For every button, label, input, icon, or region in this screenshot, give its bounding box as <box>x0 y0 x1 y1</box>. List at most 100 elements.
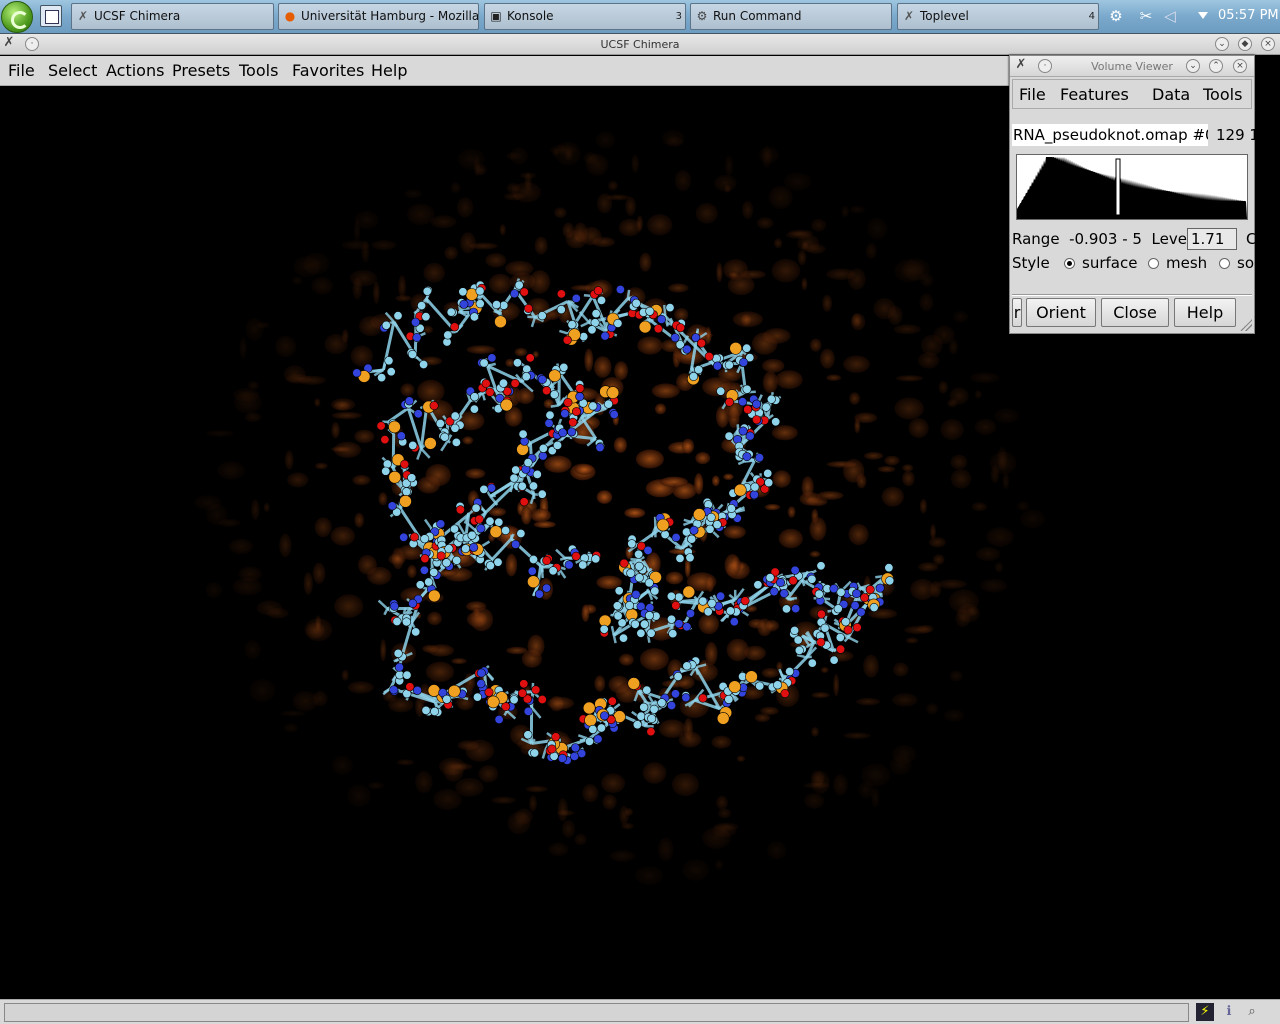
atom <box>816 609 826 619</box>
atom <box>591 554 601 564</box>
menu-icon[interactable]: · <box>1038 59 1052 73</box>
task-run-command[interactable]: ⚙ Run Command <box>690 3 892 30</box>
atom <box>485 516 495 526</box>
style-surface-radio[interactable] <box>1064 258 1075 269</box>
threshold-marker[interactable] <box>1115 158 1121 216</box>
style-solid-radio[interactable] <box>1219 258 1230 269</box>
atom <box>588 724 598 734</box>
density-blob <box>311 276 334 295</box>
clock[interactable]: 05:57 PM <box>1218 8 1279 23</box>
dialog-menu-bar: File Features Data Tools <box>1012 79 1252 109</box>
atom <box>571 293 581 303</box>
volume-icon[interactable]: ◁ <box>1160 6 1180 26</box>
atom <box>829 655 839 665</box>
menu-favorites[interactable]: Favorites <box>292 61 364 80</box>
density-blob <box>884 455 900 466</box>
menu-icon[interactable]: · <box>25 37 39 51</box>
density-blob <box>324 333 348 355</box>
minimize-icon[interactable]: ⌄ <box>1186 59 1200 73</box>
lightning-icon[interactable]: ⚡ <box>1196 1003 1214 1021</box>
density-blob <box>582 784 599 803</box>
bond <box>559 329 569 335</box>
chimera-icon[interactable]: ✗ <box>2 36 16 51</box>
density-blob <box>292 690 318 712</box>
menu-presets[interactable]: Presets <box>172 61 230 80</box>
menu-help[interactable]: Help <box>371 61 407 80</box>
kde-menu-button[interactable] <box>1 1 33 33</box>
menu-select[interactable]: Select <box>48 61 97 80</box>
partial-button[interactable]: r <box>1012 298 1022 327</box>
density-blob <box>427 611 442 626</box>
atom <box>696 338 706 348</box>
level-field[interactable]: 1.71 <box>1187 228 1237 250</box>
density-blob <box>756 217 774 229</box>
menu-data[interactable]: Data <box>1152 85 1190 104</box>
density-blob <box>974 418 997 435</box>
atom <box>764 478 774 488</box>
atom <box>833 604 843 614</box>
maximize-icon[interactable]: ⌃ <box>1209 59 1223 73</box>
atom <box>836 644 846 654</box>
klipper-icon[interactable]: ✂ <box>1136 6 1156 26</box>
atom <box>650 586 660 596</box>
close-button[interactable]: Close <box>1101 298 1169 327</box>
density-blob <box>783 172 812 191</box>
task-chimera[interactable]: ✗ UCSF Chimera <box>71 3 274 30</box>
atom <box>442 694 452 704</box>
task-firefox[interactable]: ● Universität Hamburg - Mozilla F <box>278 3 479 30</box>
density-blob <box>919 498 928 514</box>
atom <box>689 371 699 381</box>
atom <box>400 459 410 469</box>
atom <box>627 539 637 549</box>
density-blob <box>330 526 355 546</box>
help-button[interactable]: Help <box>1174 298 1236 327</box>
atom <box>388 420 401 434</box>
close-icon[interactable]: × <box>1233 59 1247 73</box>
dialog-titlebar[interactable]: Volume Viewer ✗ · ⌄ ⌃ × <box>1010 56 1254 77</box>
style-surface-label[interactable]: surface <box>1082 254 1137 272</box>
maximize-icon[interactable]: ◆ <box>1238 37 1252 51</box>
atom <box>706 512 716 522</box>
menu-file[interactable]: File <box>1019 85 1046 104</box>
density-blob <box>608 180 618 191</box>
style-mesh-radio[interactable] <box>1148 258 1159 269</box>
atom <box>599 711 609 721</box>
density-blob <box>251 499 260 520</box>
atom <box>820 623 830 633</box>
menu-tools[interactable]: Tools <box>239 61 278 80</box>
atom <box>619 558 629 568</box>
orient-button[interactable]: Orient <box>1026 298 1096 327</box>
menu-tools[interactable]: Tools <box>1203 85 1242 104</box>
density-blob <box>613 437 628 453</box>
density-blob <box>976 546 1001 562</box>
resize-grip[interactable] <box>1240 319 1252 331</box>
menu-features[interactable]: Features <box>1060 85 1129 104</box>
style-solid-label[interactable]: so <box>1237 254 1254 272</box>
density-blob <box>595 131 616 149</box>
data-set-name[interactable]: RNA_pseudoknot.omap #0 <box>1012 124 1208 146</box>
atom <box>389 685 399 695</box>
window-titlebar[interactable]: UCSF Chimera ✗ · ⌄ ◆ × <box>0 34 1280 55</box>
density-blob <box>854 418 861 434</box>
minimize-icon[interactable]: ⌄ <box>1215 37 1229 51</box>
chevron-down-icon[interactable] <box>1198 12 1208 19</box>
atom <box>500 398 513 412</box>
histogram[interactable] <box>1016 154 1248 220</box>
atom <box>441 558 451 568</box>
chimera-icon[interactable]: ✗ <box>1014 58 1028 73</box>
show-desktop-button[interactable] <box>40 5 62 27</box>
density-blob <box>949 387 969 405</box>
close-icon[interactable]: × <box>1261 37 1275 51</box>
style-mesh-label[interactable]: mesh <box>1166 254 1207 272</box>
info-icon[interactable]: ℹ <box>1220 1003 1238 1021</box>
density-blob <box>856 697 881 706</box>
task-konsole[interactable]: ▣ Konsole 3 <box>484 3 686 30</box>
settings-icon[interactable]: ⚙ <box>1106 6 1126 26</box>
task-toplevel[interactable]: ✗ Toplevel 4 <box>897 3 1099 30</box>
menu-actions[interactable]: Actions <box>106 61 164 80</box>
magnifier-icon[interactable]: ⌕ <box>1243 1003 1261 1021</box>
density-blob <box>275 335 297 358</box>
atom <box>571 551 581 561</box>
atom <box>485 387 495 397</box>
menu-file[interactable]: File <box>8 61 35 80</box>
